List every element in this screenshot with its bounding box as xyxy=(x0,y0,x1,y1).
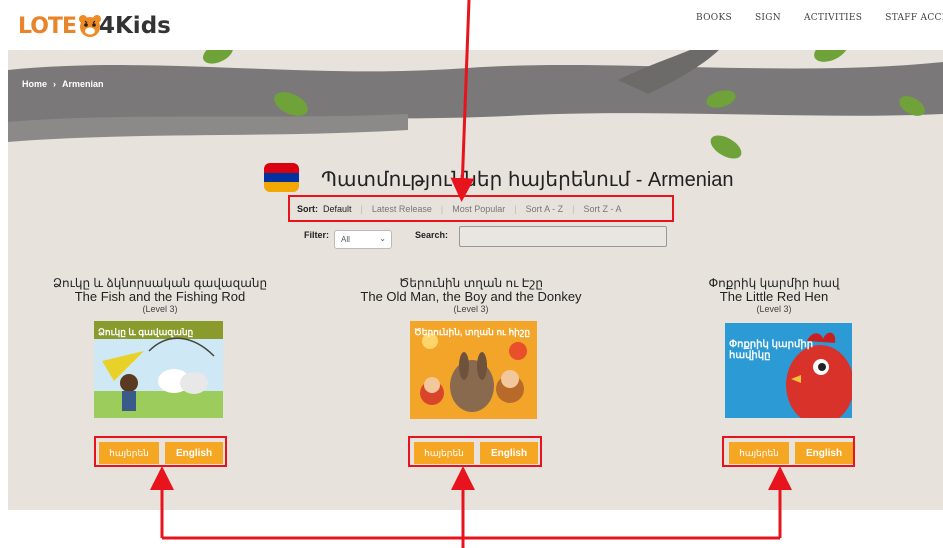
annotation-arrow-top xyxy=(450,0,475,202)
annotation-arrows xyxy=(150,0,792,548)
